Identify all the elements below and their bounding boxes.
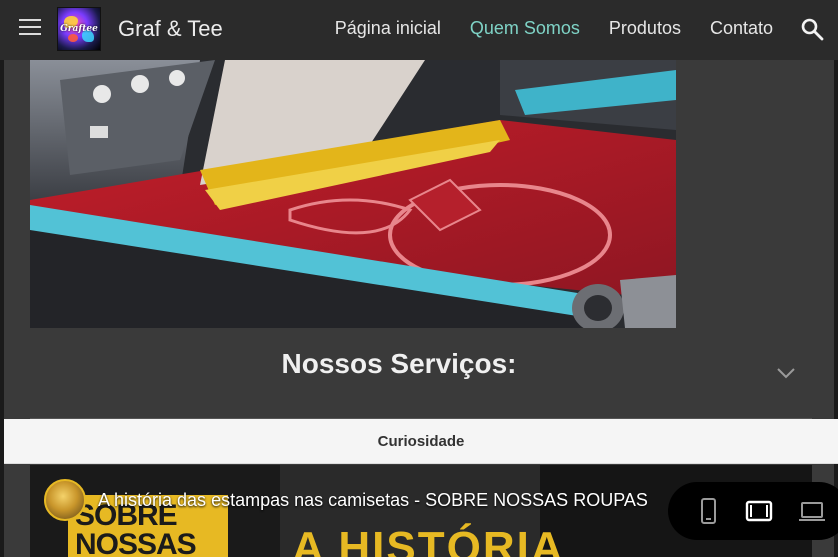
logo-text: Graftee xyxy=(60,24,98,34)
search-icon[interactable] xyxy=(800,17,824,41)
channel-avatar[interactable] xyxy=(44,479,86,521)
main-nav: Página inicial Quem Somos Produtos Conta… xyxy=(306,18,773,39)
window-frame-left xyxy=(0,0,4,557)
nav-item-contato[interactable]: Contato xyxy=(710,18,773,39)
window-frame-right xyxy=(834,0,838,557)
tablet-icon[interactable] xyxy=(744,496,774,526)
site-header: Graftee Graf & Tee Página inicial Quem S… xyxy=(0,0,838,60)
section-title: Nossos Serviços: xyxy=(281,348,517,379)
site-title[interactable]: Graf & Tee xyxy=(118,16,223,42)
phone-icon[interactable] xyxy=(693,496,723,526)
nav-item-produtos[interactable]: Produtos xyxy=(609,18,681,39)
nav-item-quem-somos[interactable]: Quem Somos xyxy=(470,18,580,39)
site-logo[interactable]: Graftee xyxy=(57,7,101,51)
video-title[interactable]: A história das estampas nas camisetas - … xyxy=(98,490,648,511)
laptop-icon[interactable] xyxy=(797,496,827,526)
tab-curiosidade[interactable]: Curiosidade xyxy=(4,433,838,450)
nav-item-pagina-inicial[interactable]: Página inicial xyxy=(335,18,441,39)
hamburger-menu-icon[interactable] xyxy=(19,19,41,37)
curiosity-tab-bar: Curiosidade xyxy=(4,419,838,464)
device-preview-switcher xyxy=(668,482,838,540)
chevron-down-icon[interactable] xyxy=(776,366,796,380)
thumbnail-big-text: A HISTÓRIA xyxy=(292,523,565,557)
hero-image-screen-printing xyxy=(30,60,676,328)
